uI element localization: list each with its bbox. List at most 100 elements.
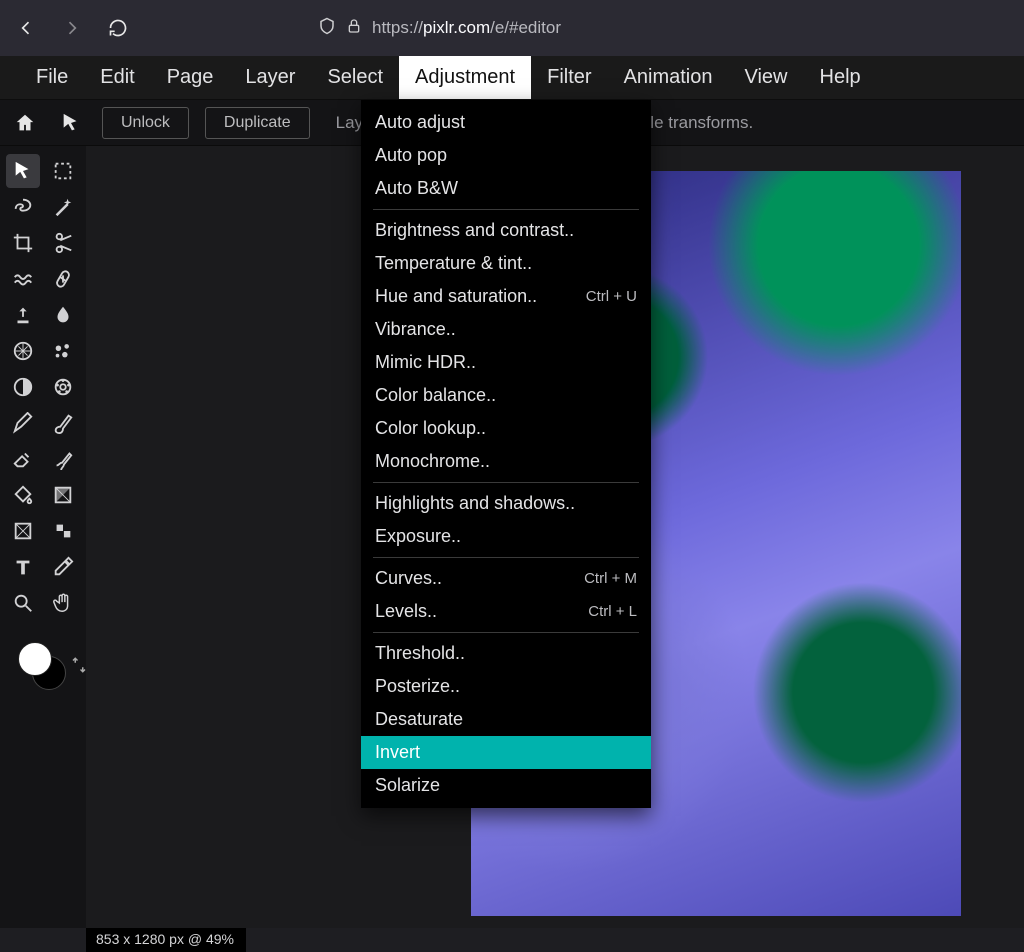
menu-item-label: Auto adjust (375, 112, 465, 133)
tool-sponge[interactable] (46, 334, 80, 368)
fg-color-swatch[interactable] (18, 642, 52, 676)
tool-disperse[interactable] (46, 370, 80, 404)
menu-view[interactable]: View (729, 56, 804, 99)
adjustment-curves[interactable]: Curves.. Ctrl + M (361, 562, 651, 595)
menu-item-label: Color lookup.. (375, 418, 486, 439)
adjustment-solarize[interactable]: Solarize (361, 769, 651, 802)
menu-separator (373, 482, 639, 483)
shield-icon (318, 17, 336, 40)
menu-item-label: Curves.. (375, 568, 442, 589)
menu-item-shortcut: Ctrl + L (588, 603, 637, 620)
menu-item-label: Levels.. (375, 601, 437, 622)
tool-text[interactable] (6, 550, 40, 584)
menu-item-label: Hue and saturation.. (375, 286, 537, 307)
adjustment-vibrance[interactable]: Vibrance.. (361, 313, 651, 346)
url-bar[interactable]: https://pixlr.com/e/#editor (308, 10, 571, 46)
forward-button[interactable] (56, 12, 88, 44)
menu-adjustment[interactable]: Adjustment (399, 56, 531, 99)
tool-shape[interactable] (46, 514, 80, 548)
menu-separator (373, 632, 639, 633)
menu-separator (373, 557, 639, 558)
menu-help[interactable]: Help (804, 56, 877, 99)
tool-drawbrush[interactable] (46, 442, 80, 476)
menu-item-label: Posterize.. (375, 676, 460, 697)
menu-item-label: Highlights and shadows.. (375, 493, 575, 514)
adjustment-threshold[interactable]: Threshold.. (361, 637, 651, 670)
menu-item-label: Solarize (375, 775, 440, 796)
tool-fill[interactable] (6, 478, 40, 512)
menu-animation[interactable]: Animation (608, 56, 729, 99)
tool-cut[interactable] (46, 226, 80, 260)
menu-separator (373, 209, 639, 210)
tool-clone[interactable] (6, 298, 40, 332)
tool-crop[interactable] (6, 226, 40, 260)
menu-item-label: Exposure.. (375, 526, 461, 547)
menu-item-label: Desaturate (375, 709, 463, 730)
adjustment-dropdown: Auto adjust Auto pop Auto B&W Brightness an… (361, 100, 651, 808)
status-bar: 853 x 1280 px @ 49% (86, 928, 246, 952)
tool-zoom[interactable] (6, 586, 40, 620)
menu-bar: FileEditPageLayerSelectAdjustmentFilterA… (0, 56, 1024, 100)
adjustment-desaturate[interactable]: Desaturate (361, 703, 651, 736)
adjustment-auto-adjust[interactable]: Auto adjust (361, 106, 651, 139)
menu-item-label: Color balance.. (375, 385, 496, 406)
menu-item-label: Mimic HDR.. (375, 352, 476, 373)
adjustment-color-balance[interactable]: Color balance.. (361, 379, 651, 412)
tool-pixelate[interactable] (6, 334, 40, 368)
menu-file[interactable]: File (20, 56, 84, 99)
tool-lasso[interactable] (6, 190, 40, 224)
menu-item-label: Brightness and contrast.. (375, 220, 574, 241)
tool-frame[interactable] (6, 514, 40, 548)
adjustment-auto-b-w[interactable]: Auto B&W (361, 172, 651, 205)
tool-heal[interactable] (46, 262, 80, 296)
adjustment-monochrome[interactable]: Monochrome.. (361, 445, 651, 478)
menu-item-label: Auto B&W (375, 178, 458, 199)
adjustment-color-lookup[interactable]: Color lookup.. (361, 412, 651, 445)
menu-layer[interactable]: Layer (229, 56, 311, 99)
adjustment-levels[interactable]: Levels.. Ctrl + L (361, 595, 651, 628)
lock-icon (346, 18, 362, 39)
pointer-icon[interactable] (56, 108, 86, 138)
tool-eyedropper[interactable] (46, 550, 80, 584)
adjustment-hue-and-saturation[interactable]: Hue and saturation.. Ctrl + U (361, 280, 651, 313)
duplicate-button[interactable]: Duplicate (205, 107, 310, 139)
menu-edit[interactable]: Edit (84, 56, 150, 99)
tool-pen[interactable] (6, 406, 40, 440)
menu-page[interactable]: Page (151, 56, 230, 99)
adjustment-highlights-and-shadows[interactable]: Highlights and shadows.. (361, 487, 651, 520)
menu-filter[interactable]: Filter (531, 56, 607, 99)
adjustment-posterize[interactable]: Posterize.. (361, 670, 651, 703)
adjustment-temperature-tint[interactable]: Temperature & tint.. (361, 247, 651, 280)
back-button[interactable] (10, 12, 42, 44)
tool-liquify[interactable] (6, 262, 40, 296)
tool-eraser[interactable] (6, 442, 40, 476)
tool-contrast[interactable] (6, 370, 40, 404)
menu-item-label: Vibrance.. (375, 319, 456, 340)
adjustment-mimic-hdr[interactable]: Mimic HDR.. (361, 346, 651, 379)
browser-chrome: https://pixlr.com/e/#editor (0, 0, 1024, 56)
tool-blur[interactable] (46, 298, 80, 332)
menu-item-label: Monochrome.. (375, 451, 490, 472)
adjustment-auto-pop[interactable]: Auto pop (361, 139, 651, 172)
url-text: https://pixlr.com/e/#editor (372, 18, 561, 38)
adjustment-invert[interactable]: Invert (361, 736, 651, 769)
home-button[interactable] (10, 108, 40, 138)
tool-gradient[interactable] (46, 478, 80, 512)
tool-arrow[interactable] (6, 154, 40, 188)
menu-select[interactable]: Select (311, 56, 399, 99)
menu-item-label: Invert (375, 742, 420, 763)
tool-panel (0, 146, 86, 928)
tool-hand[interactable] (46, 586, 80, 620)
adjustment-brightness-and-contrast[interactable]: Brightness and contrast.. (361, 214, 651, 247)
menu-item-label: Auto pop (375, 145, 447, 166)
reload-button[interactable] (102, 12, 134, 44)
tool-wand[interactable] (46, 190, 80, 224)
adjustment-exposure[interactable]: Exposure.. (361, 520, 651, 553)
menu-item-label: Temperature & tint.. (375, 253, 532, 274)
unlock-button[interactable]: Unlock (102, 107, 189, 139)
menu-item-label: Threshold.. (375, 643, 465, 664)
menu-item-shortcut: Ctrl + U (586, 288, 637, 305)
menu-item-shortcut: Ctrl + M (584, 570, 637, 587)
tool-marquee[interactable] (46, 154, 80, 188)
tool-brush[interactable] (46, 406, 80, 440)
